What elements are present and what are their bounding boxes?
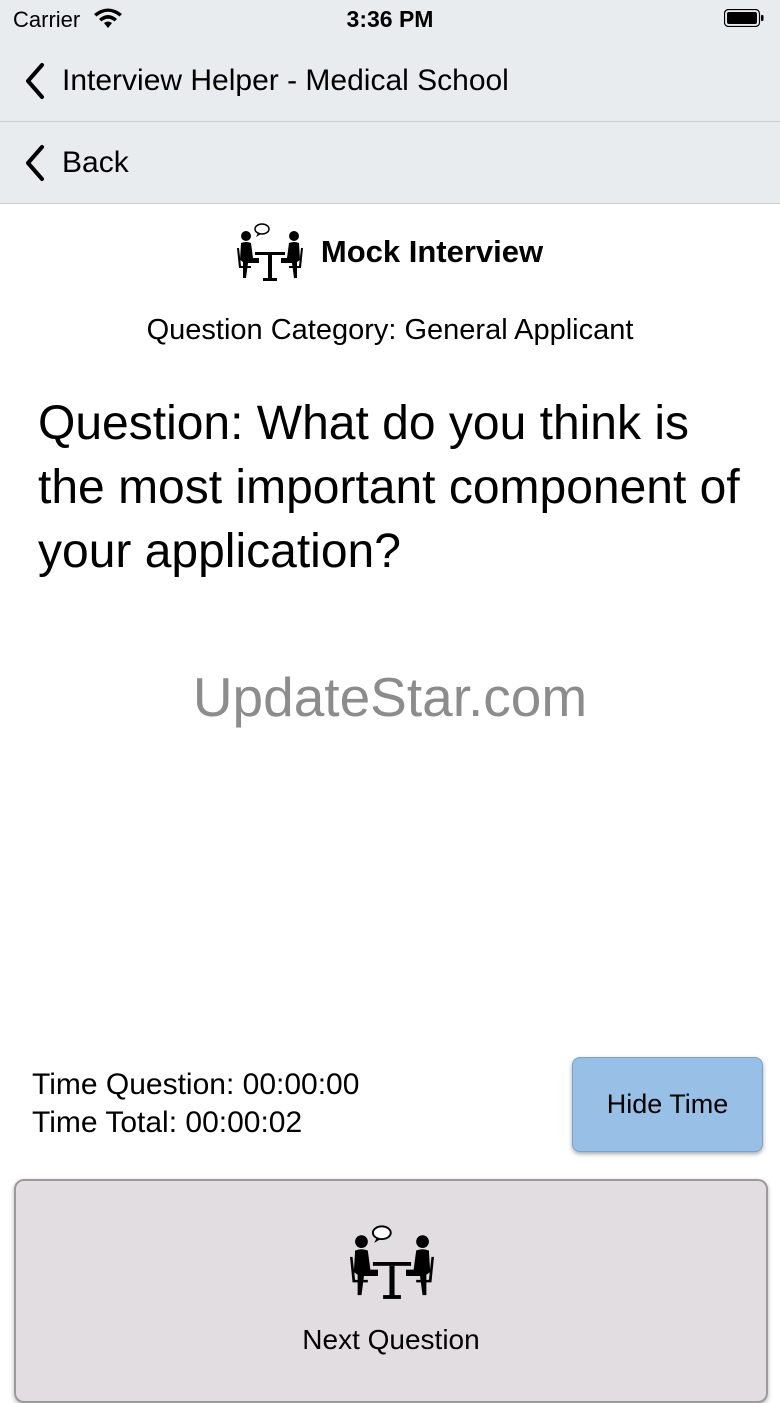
hide-time-button[interactable]: Hide Time (572, 1057, 763, 1152)
chevron-left-icon (26, 144, 44, 181)
time-total: Time Total: 00:00:02 (32, 1106, 303, 1139)
interview-icon (237, 222, 303, 282)
back-to-app-label: Interview Helper - Medical School (62, 63, 509, 97)
page-title: Mock Interview (320, 234, 544, 269)
status-bar: Carrier 3:36 PM (0, 0, 780, 40)
app-navigation-bar: Interview Helper - Medical School (0, 40, 780, 122)
back-to-app-button[interactable]: Interview Helper - Medical School (22, 40, 509, 121)
timers: Time Question: 00:00:00 Time Total: 00:0… (32, 1066, 359, 1142)
page-header: Mock Interview (0, 222, 780, 282)
next-question-label: Next Question (302, 1324, 480, 1355)
chevron-left-icon (26, 62, 44, 99)
next-question-button[interactable]: Next Question (14, 1179, 768, 1403)
back-label: Back (62, 145, 129, 179)
question-text: Question: What do you think is the most … (38, 397, 740, 578)
back-button[interactable]: Back (22, 122, 129, 203)
time-question: Time Question: 00:00:00 (32, 1068, 360, 1101)
page-navigation-bar: Back (0, 122, 780, 204)
battery-icon (724, 9, 764, 27)
watermark: UpdateStar.com (192, 666, 588, 728)
clock: 3:36 PM (346, 6, 434, 32)
question-category: Question Category: General Applicant (146, 314, 634, 346)
interview-icon (350, 1223, 434, 1301)
